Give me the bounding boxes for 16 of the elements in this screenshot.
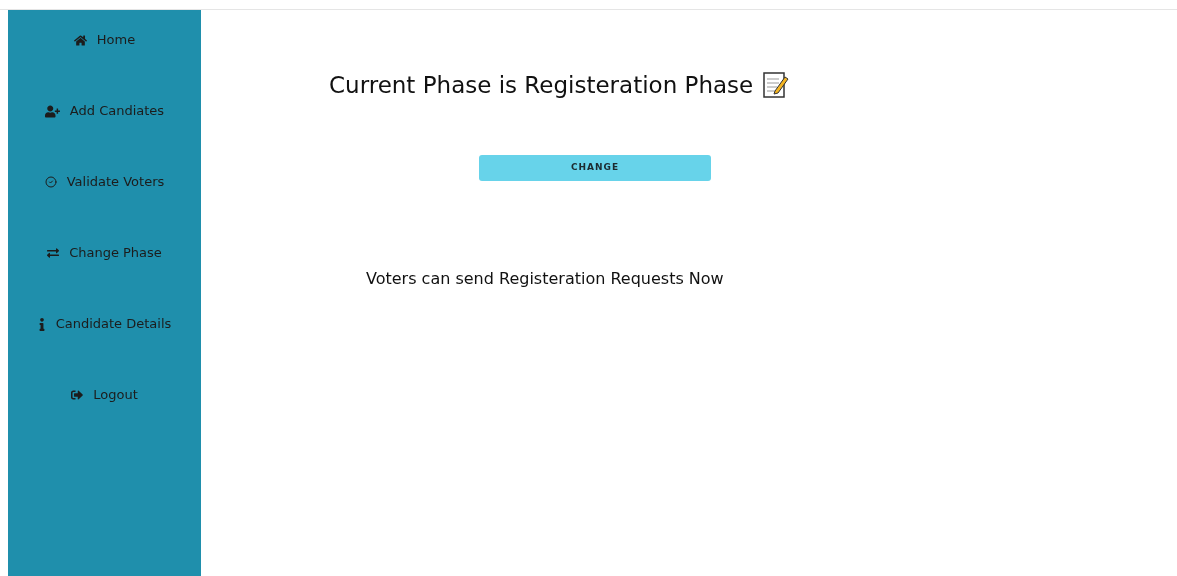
change-button[interactable]: CHANGE bbox=[479, 154, 711, 181]
memo-icon bbox=[761, 71, 790, 100]
phase-heading: Current Phase is Registeration Phase bbox=[329, 71, 754, 100]
arrows-icon bbox=[47, 247, 60, 259]
sidebar-item[interactable]: Candidate Details bbox=[37, 313, 172, 384]
status-message: Voters can send Registeration Requests Now bbox=[366, 267, 725, 290]
home-icon bbox=[73, 33, 87, 47]
check-circle-icon bbox=[44, 176, 57, 188]
sidebar-item[interactable]: Validate Voters bbox=[44, 171, 165, 242]
sidebar-item[interactable]: Home bbox=[73, 29, 136, 100]
sign-out-icon bbox=[71, 389, 84, 401]
info-icon bbox=[37, 317, 46, 331]
sidebar-item[interactable]: Change Phase bbox=[47, 242, 162, 313]
user-plus-icon bbox=[44, 104, 60, 118]
sidebar-item[interactable]: Add Candiates bbox=[44, 100, 165, 171]
sidebar-item[interactable]: Logout bbox=[71, 384, 138, 455]
